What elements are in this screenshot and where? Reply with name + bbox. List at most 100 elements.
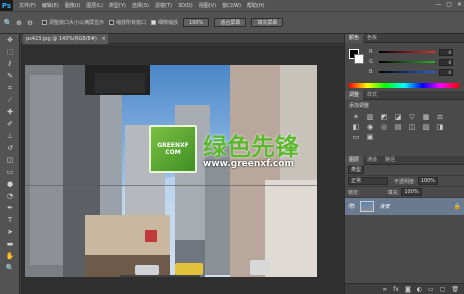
menu-image[interactable]: 图像(I) xyxy=(65,2,80,9)
document-tab[interactable]: ps423.jpg @ 140%(RGB/8#) × xyxy=(23,34,108,44)
menu-bar: Ps 文件(F) 编辑(E) 图像(I) 图层(L) 类型(Y) 选择(S) 滤… xyxy=(0,0,464,11)
watermark-logo: GREENXF COM xyxy=(149,125,197,173)
threshold-icon[interactable]: ◨ xyxy=(435,123,445,131)
color-spectrum-bar[interactable] xyxy=(349,83,459,88)
opacity-input[interactable]: 100% xyxy=(417,177,438,185)
menu-file[interactable]: 文件(F) xyxy=(19,2,36,9)
fill-screen-button[interactable]: 填充屏幕 xyxy=(251,18,284,27)
close-tab-icon[interactable]: × xyxy=(101,36,105,42)
minimize-icon[interactable]: — xyxy=(435,1,441,8)
visibility-eye-icon[interactable]: 👁 xyxy=(348,203,356,210)
layer-kind-filter[interactable]: 类型 xyxy=(348,166,365,174)
menu-type[interactable]: 类型(Y) xyxy=(109,2,126,9)
photo-filter-icon[interactable]: ◉ xyxy=(365,123,375,131)
tab-color[interactable]: 颜色 xyxy=(345,33,364,43)
hand-tool-icon[interactable]: ✋ xyxy=(0,250,20,262)
channel-g-slider[interactable] xyxy=(379,61,435,63)
gradient-tool-icon[interactable]: ▭ xyxy=(0,166,20,178)
magnifier-icon[interactable]: 🔍 xyxy=(4,19,13,27)
path-select-tool-icon[interactable]: ➤ xyxy=(0,226,20,238)
adjust-panel-tabs: 调整 样式 xyxy=(345,90,464,100)
new-layer-icon[interactable]: ▢ xyxy=(440,286,446,293)
maximize-icon[interactable]: ▢ xyxy=(446,1,452,8)
menu-view[interactable]: 视图(V) xyxy=(199,2,216,9)
resize-windows-checkbox[interactable]: 调整窗口大小以满屏显示 xyxy=(42,19,104,26)
fit-screen-button[interactable]: 适合屏幕 xyxy=(214,18,247,27)
levels-icon[interactable]: ▥ xyxy=(365,113,375,121)
eyedropper-tool-icon[interactable]: ⟋ xyxy=(0,94,20,106)
adjust-layer-icon[interactable]: ◐ xyxy=(417,286,422,293)
brush-tool-icon[interactable]: ✐ xyxy=(0,118,20,130)
channel-r-slider[interactable] xyxy=(379,51,435,53)
menu-filter[interactable]: 滤镜(T) xyxy=(155,2,172,9)
brightness-icon[interactable]: ☀ xyxy=(351,113,361,121)
history-brush-icon[interactable]: ↺ xyxy=(0,142,20,154)
zoom-in-icon[interactable]: ⊕ xyxy=(15,19,23,27)
zoom-tool-icon[interactable]: 🔍 xyxy=(0,262,20,274)
blur-tool-icon[interactable]: ● xyxy=(0,178,20,190)
mask-icon[interactable]: ◙ xyxy=(405,286,411,293)
gradient-map-icon[interactable]: ▭ xyxy=(351,133,361,141)
pen-tool-icon[interactable]: ✒ xyxy=(0,202,20,214)
options-bar: 🔍 ⊕ ⊖ 调整窗口大小以满屏显示 缩放所有窗口 细微缩放 100% 适合屏幕 … xyxy=(0,11,464,34)
fx-icon[interactable]: fx xyxy=(393,286,399,293)
crop-tool-icon[interactable]: ⌗ xyxy=(0,82,20,94)
selective-color-icon[interactable]: ▣ xyxy=(365,133,375,141)
color-panel: R 0 G 0 B 0 xyxy=(345,43,464,91)
tab-styles[interactable]: 样式 xyxy=(363,91,381,100)
healing-tool-icon[interactable]: ✚ xyxy=(0,106,20,118)
move-tool-icon[interactable]: ✥ xyxy=(0,34,20,46)
marquee-tool-icon[interactable]: ⬚ xyxy=(0,46,20,58)
fill-input[interactable]: 100% xyxy=(401,188,422,196)
curves-icon[interactable]: ◩ xyxy=(379,113,389,121)
eraser-tool-icon[interactable]: ◫ xyxy=(0,154,20,166)
channel-mixer-icon[interactable]: ◎ xyxy=(379,123,389,131)
tab-channels[interactable]: 通道 xyxy=(363,156,381,165)
zoom-out-icon[interactable]: ⊖ xyxy=(26,19,34,27)
vibrance-icon[interactable]: ▽ xyxy=(407,113,417,121)
trash-icon[interactable]: 🗑 xyxy=(451,286,459,293)
channel-b-value[interactable]: 0 xyxy=(439,68,453,76)
canvas-area[interactable]: GREENXF COM 绿色先锋 www.greenxf.com xyxy=(21,45,344,294)
tab-swatches[interactable]: 色板 xyxy=(363,34,381,43)
adjust-heading: 添加调整 xyxy=(349,103,370,109)
color-balance-icon[interactable]: ⚖ xyxy=(435,113,445,121)
tab-adjustments[interactable]: 调整 xyxy=(345,90,364,100)
tab-layers[interactable]: 图层 xyxy=(345,155,364,165)
zoom-all-checkbox[interactable]: 缩放所有窗口 xyxy=(109,19,146,26)
menu-select[interactable]: 选择(S) xyxy=(132,2,149,9)
type-tool-icon[interactable]: T xyxy=(0,214,20,226)
color-lookup-icon[interactable]: ▤ xyxy=(393,123,403,131)
link-layers-icon[interactable]: ∞ xyxy=(382,286,387,293)
dodge-tool-icon[interactable]: ◔ xyxy=(0,190,20,202)
folder-icon[interactable]: ▭ xyxy=(428,286,434,293)
menu-layer[interactable]: 图层(L) xyxy=(86,2,103,9)
scrubby-zoom-checkbox[interactable]: 细微缩放 xyxy=(151,19,178,26)
channel-g-value[interactable]: 0 xyxy=(439,58,453,66)
quick-select-tool-icon[interactable]: ✎ xyxy=(0,70,20,82)
layers-panel: 类型 正常 不透明度: 100% 锁定: 填充: 100% 👁 背景 🔒 xyxy=(345,165,464,215)
lasso-tool-icon[interactable]: ℓ xyxy=(0,58,20,70)
watermark-text: 绿色先锋 xyxy=(203,133,299,161)
black-white-icon[interactable]: ◧ xyxy=(351,123,361,131)
menu-edit[interactable]: 编辑(E) xyxy=(42,2,59,9)
document-image[interactable]: GREENXF COM 绿色先锋 www.greenxf.com xyxy=(25,65,317,277)
opacity-label: 不透明度: xyxy=(394,178,416,185)
menu-3d[interactable]: 3D(D) xyxy=(178,3,193,9)
tab-paths[interactable]: 路径 xyxy=(381,156,399,165)
menu-help[interactable]: 帮助(H) xyxy=(247,2,265,9)
background-swatch[interactable] xyxy=(354,54,364,64)
stamp-tool-icon[interactable]: ⊥ xyxy=(0,130,20,142)
close-icon[interactable]: ✕ xyxy=(457,1,462,8)
menu-window[interactable]: 窗口(W) xyxy=(222,2,241,9)
posterize-icon[interactable]: ▨ xyxy=(421,123,431,131)
hue-saturation-icon[interactable]: ▦ xyxy=(421,113,431,121)
zoom-100-button[interactable]: 100% xyxy=(183,18,210,27)
blend-mode-select[interactable]: 正常 xyxy=(348,177,388,185)
invert-icon[interactable]: ◫ xyxy=(407,123,417,131)
layer-row-background[interactable]: 👁 背景 🔒 xyxy=(345,198,464,215)
shape-tool-icon[interactable]: ▬ xyxy=(0,238,20,250)
exposure-icon[interactable]: ◪ xyxy=(393,113,403,121)
channel-b-slider[interactable] xyxy=(379,71,435,73)
channel-r-value[interactable]: 0 xyxy=(439,48,453,56)
